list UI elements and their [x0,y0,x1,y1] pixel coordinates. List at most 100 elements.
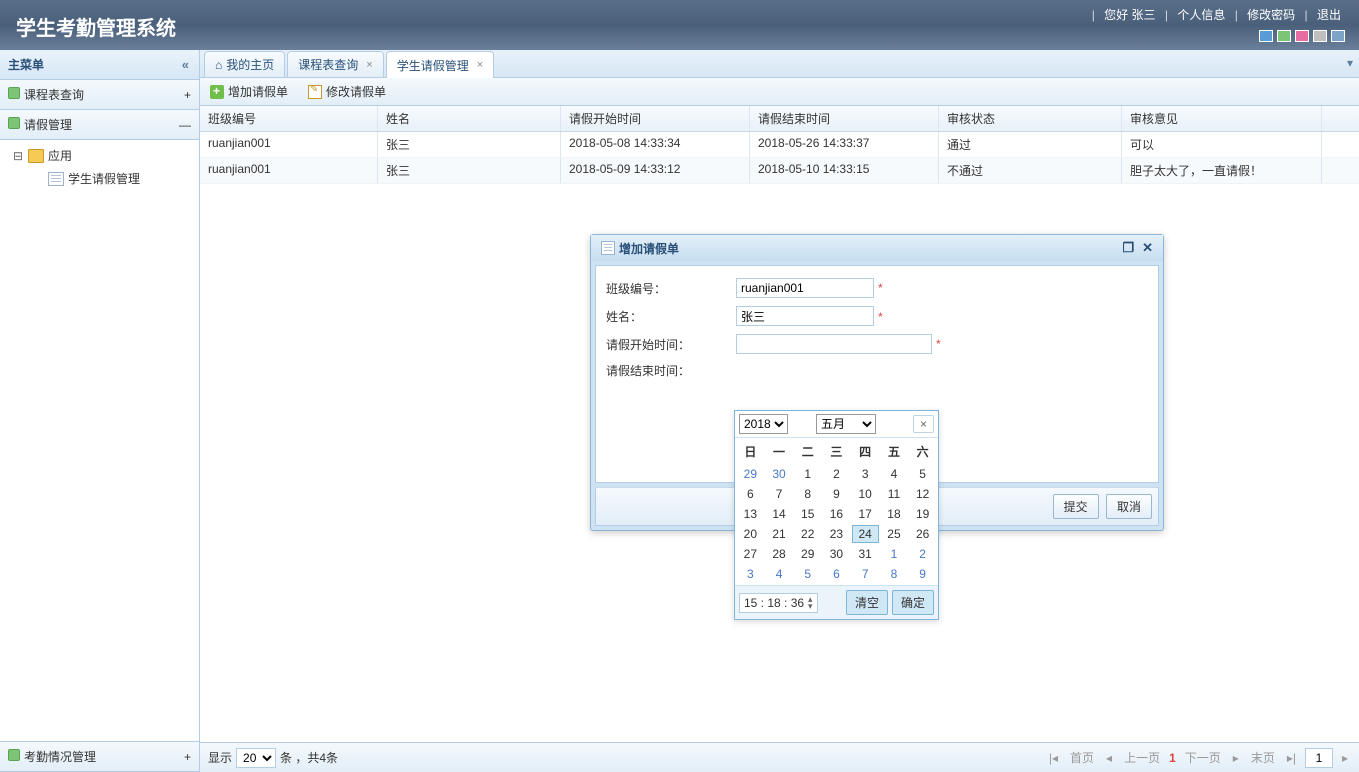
page-size-select[interactable]: 20 [236,748,276,768]
column-header[interactable]: 请假结束时间 [750,106,939,131]
calendar-day[interactable]: 5 [794,565,821,583]
calendar-day[interactable]: 4 [766,565,793,583]
calendar-day[interactable]: 15 [794,505,821,523]
calendar-day[interactable]: 25 [881,525,908,543]
calendar-day[interactable]: 3 [852,465,879,483]
calendar-day[interactable]: 19 [909,505,936,523]
column-header[interactable]: 审核意见 [1122,106,1322,131]
class-input[interactable] [736,278,874,298]
calendar-day[interactable]: 28 [766,545,793,563]
next-page-button[interactable]: 下一页 [1182,749,1224,766]
column-header[interactable]: 姓名 [378,106,561,131]
datepicker-close-button[interactable]: × [913,415,934,433]
calendar-day[interactable]: 29 [737,465,764,483]
calendar-day[interactable]: 2 [823,465,850,483]
calendar-day[interactable]: 12 [909,485,936,503]
calendar-day[interactable]: 9 [909,565,936,583]
name-input[interactable] [736,306,874,326]
tab-课程表查询[interactable]: 课程表查询× [287,51,383,77]
calendar-day[interactable]: 23 [823,525,850,543]
submit-button[interactable]: 提交 [1053,494,1099,519]
calendar-day[interactable]: 1 [881,545,908,563]
year-select[interactable]: 2018 [739,414,788,434]
first-page-button[interactable]: 首页 [1067,749,1097,766]
tree-toggle-icon[interactable]: ⊟ [12,149,24,163]
table-row[interactable]: ruanjian001张三2018-05-09 14:33:122018-05-… [200,158,1359,184]
calendar-day[interactable]: 7 [852,565,879,583]
calendar-day[interactable]: 26 [909,525,936,543]
sidebar-item-attendance[interactable]: 考勤情况管理 + [0,741,199,772]
calendar-day[interactable]: 8 [794,485,821,503]
theme-swatch[interactable] [1331,30,1345,42]
column-header[interactable]: 班级编号 [200,106,378,131]
close-icon[interactable]: ✕ [1138,240,1157,256]
month-select[interactable]: 五月 [816,414,876,434]
calendar-day[interactable]: 30 [766,465,793,483]
calendar-day[interactable]: 30 [823,545,850,563]
time-spinner[interactable]: ▴▾ [808,596,813,610]
column-header[interactable]: 审核状态 [939,106,1122,131]
calendar-day[interactable]: 7 [766,485,793,503]
cancel-button[interactable]: 取消 [1106,494,1152,519]
sidebar-item-leave[interactable]: 请假管理 — [0,110,199,140]
start-time-input[interactable] [736,334,932,354]
time-input[interactable]: 15 : 18 : 36 ▴▾ [739,593,818,613]
calendar-day[interactable]: 6 [737,485,764,503]
calendar-day[interactable]: 18 [881,505,908,523]
calendar-day[interactable]: 3 [737,565,764,583]
calendar-day[interactable]: 2 [909,545,936,563]
plus-icon[interactable]: + [184,88,191,102]
theme-swatch[interactable] [1259,30,1273,42]
calendar-day[interactable]: 4 [881,465,908,483]
last-page-button[interactable]: 末页 [1248,749,1278,766]
calendar-day[interactable]: 20 [737,525,764,543]
tree-node-app[interactable]: ⊟ 应用 [0,144,199,167]
prev-page-icon[interactable]: ◂ [1103,751,1115,765]
plus-icon[interactable]: + [184,750,191,764]
calendar-day[interactable]: 21 [766,525,793,543]
calendar-day[interactable]: 6 [823,565,850,583]
profile-link[interactable]: 个人信息 [1173,8,1229,22]
calendar-day[interactable]: 10 [852,485,879,503]
calendar-day[interactable]: 24 [852,525,879,543]
tab-close-icon[interactable]: × [477,59,483,71]
page-input[interactable] [1305,748,1333,768]
ok-button[interactable]: 确定 [892,590,934,615]
calendar-day[interactable]: 29 [794,545,821,563]
calendar-day[interactable]: 8 [881,565,908,583]
table-row[interactable]: ruanjian001张三2018-05-08 14:33:342018-05-… [200,132,1359,158]
calendar-day[interactable]: 27 [737,545,764,563]
tree-node-leave-mgmt[interactable]: 学生请假管理 [0,167,199,190]
calendar-day[interactable]: 22 [794,525,821,543]
calendar-day[interactable]: 31 [852,545,879,563]
last-page-icon[interactable]: ▸| [1284,751,1299,765]
edit-button[interactable]: ✎ 修改请假单 [304,81,390,102]
calendar-day[interactable]: 9 [823,485,850,503]
add-button[interactable]: + 增加请假单 [206,81,292,102]
theme-swatch[interactable] [1295,30,1309,42]
calendar-day[interactable]: 14 [766,505,793,523]
minus-icon[interactable]: — [179,118,191,132]
dialog-titlebar[interactable]: 增加请假单 ❐ ✕ [591,235,1163,261]
theme-swatch[interactable] [1277,30,1291,42]
password-link[interactable]: 修改密码 [1243,8,1299,22]
go-page-icon[interactable]: ▸ [1339,751,1351,765]
tab-学生请假管理[interactable]: 学生请假管理× [386,51,494,78]
first-page-icon[interactable]: |◂ [1046,751,1061,765]
prev-page-button[interactable]: 上一页 [1121,749,1163,766]
calendar-day[interactable]: 11 [881,485,908,503]
maximize-icon[interactable]: ❐ [1118,240,1138,256]
calendar-day[interactable]: 17 [852,505,879,523]
collapse-icon[interactable]: « [180,57,191,72]
sidebar-item-schedule[interactable]: 课程表查询 + [0,80,199,110]
theme-swatch[interactable] [1313,30,1327,42]
tab-close-icon[interactable]: × [366,59,372,71]
calendar-day[interactable]: 16 [823,505,850,523]
column-header[interactable]: 请假开始时间 [561,106,750,131]
next-page-icon[interactable]: ▸ [1230,751,1242,765]
tab-menu-icon[interactable]: ▾ [1347,56,1353,70]
tab-我的主页[interactable]: ⌂我的主页 [204,51,285,77]
logout-link[interactable]: 退出 [1313,8,1345,22]
calendar-day[interactable]: 5 [909,465,936,483]
clear-button[interactable]: 清空 [846,590,888,615]
